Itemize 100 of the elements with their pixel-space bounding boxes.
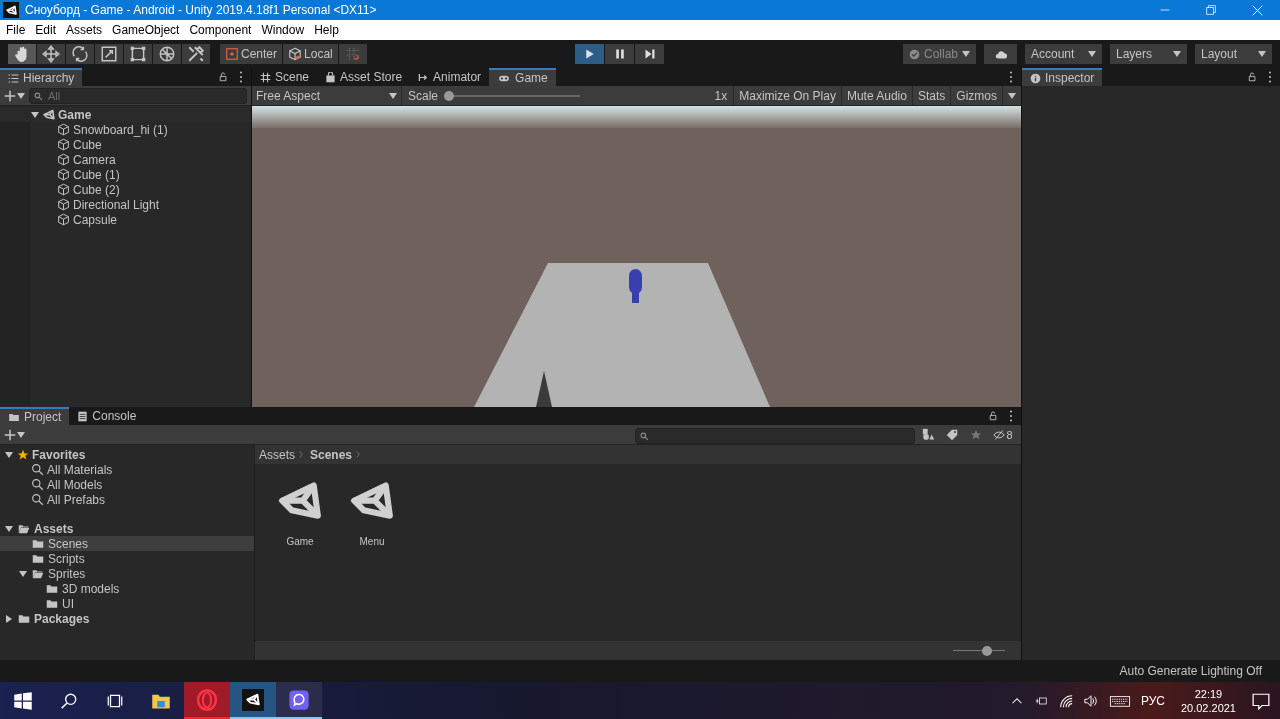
tool-button[interactable] — [153, 44, 181, 64]
aspect-dropdown[interactable]: Free Aspect — [252, 86, 402, 105]
tool-button[interactable] — [124, 44, 152, 64]
scale-icon — [100, 45, 118, 63]
search-icon — [31, 478, 44, 491]
tree-item[interactable]: Camera — [0, 152, 251, 167]
pivot-center-icon — [225, 47, 239, 61]
expand-arrow-icon — [31, 111, 39, 118]
star-icon — [17, 448, 29, 461]
tree-item[interactable]: Directional Light — [0, 197, 251, 212]
toolbar-dropdown[interactable]: Layers — [1110, 44, 1187, 64]
tree-item[interactable]: UI — [0, 596, 254, 611]
snap-button[interactable] — [338, 44, 367, 64]
search-icon — [640, 431, 649, 441]
breadcrumb-item[interactable]: Scenes — [310, 447, 353, 462]
input-language[interactable]: РУС — [1140, 693, 1165, 708]
list-icon — [8, 72, 19, 84]
cloud-button[interactable] — [984, 44, 1017, 64]
rect-tool-icon — [129, 45, 147, 63]
console-icon — [77, 410, 89, 422]
asset-item[interactable]: Game — [269, 480, 331, 625]
expand-arrow-icon — [19, 570, 27, 577]
pause-button[interactable] — [605, 44, 634, 64]
lock-icon — [1248, 71, 1258, 83]
folder-icon — [8, 411, 20, 423]
chevron-icon — [299, 450, 306, 459]
panel-tab[interactable]: Project — [0, 407, 70, 425]
expand-arrow-icon — [6, 614, 12, 623]
tree-item[interactable]: Cube — [0, 137, 251, 152]
animator-icon — [418, 71, 430, 83]
more-options-icon — [1009, 410, 1013, 422]
pivot-button[interactable]: Local — [283, 44, 338, 64]
unity-logo-icon — [246, 692, 260, 707]
tag-icon — [946, 428, 958, 441]
command-entry[interactable]: Assets — [62, 23, 107, 37]
cube-icon — [57, 198, 70, 211]
folder-icon — [17, 612, 31, 625]
unity-scene-icon — [43, 108, 55, 121]
search-icon — [31, 463, 44, 476]
play-button[interactable] — [575, 44, 604, 64]
tree-item[interactable]: All Materials — [0, 462, 254, 477]
slider-thumb[interactable] — [444, 90, 455, 101]
tree-item[interactable]: 3D models — [0, 581, 254, 596]
tree-item[interactable]: Scenes — [0, 536, 254, 551]
tree-item[interactable]: Cube (2) — [0, 182, 251, 197]
command-entry[interactable]: Edit — [31, 23, 61, 37]
windows-logo-icon — [13, 690, 33, 711]
caret-icon — [17, 431, 25, 438]
taskbar-button[interactable] — [276, 682, 322, 719]
tool-button[interactable] — [95, 44, 123, 64]
command-entry[interactable]: Component — [185, 23, 256, 37]
tree-item[interactable]: Capsule — [0, 212, 251, 227]
folder-icon — [31, 537, 45, 550]
command-entry[interactable]: Window — [257, 23, 309, 37]
tool-button[interactable] — [66, 44, 94, 64]
command-entry[interactable]: File — [2, 23, 30, 37]
tree-item[interactable]: All Models — [0, 477, 254, 492]
cube-icon — [57, 123, 70, 136]
view-tab[interactable]: Game — [489, 68, 556, 86]
command-entry[interactable]: GameObject — [108, 23, 184, 37]
clock[interactable]: 22:19 20.02.2021 — [1180, 686, 1236, 715]
tool-button[interactable] — [182, 44, 210, 64]
asset-item[interactable]: Menu — [341, 480, 403, 625]
more-options-icon — [239, 71, 243, 83]
cube-icon — [57, 138, 70, 151]
lock-icon — [989, 410, 999, 422]
local-cube-icon — [288, 47, 303, 61]
check-circle-icon — [908, 48, 920, 60]
breadcrumb-item[interactable]: Assets — [259, 447, 295, 462]
inspector-tab[interactable]: Inspector — [1022, 68, 1103, 86]
create-button[interactable] — [4, 89, 25, 102]
expand-arrow-icon — [5, 525, 13, 532]
tool-button[interactable] — [37, 44, 65, 64]
search-field[interactable]: All — [29, 87, 247, 104]
toolbar-dropdown[interactable]: Layout — [1195, 44, 1272, 64]
command-entry[interactable]: Help — [310, 23, 343, 37]
create-button[interactable] — [4, 428, 25, 441]
tool-button[interactable] — [8, 44, 36, 64]
hierarchy-tab[interactable]: Hierarchy — [0, 68, 83, 86]
pivot-button[interactable]: Center — [220, 44, 283, 64]
open-folder-icon — [31, 567, 45, 580]
search-field[interactable] — [635, 427, 915, 444]
wifi-icon — [1058, 693, 1073, 708]
tree-item[interactable]: Favorites — [0, 447, 254, 462]
folder-icon — [45, 597, 59, 610]
cube-icon — [57, 168, 70, 181]
caret-icon — [1173, 51, 1181, 57]
tree-item[interactable]: Sprites — [0, 566, 254, 581]
tree-item[interactable]: Assets — [0, 521, 254, 536]
tree-item[interactable]: Packages — [0, 611, 254, 626]
search-icon — [34, 91, 43, 101]
taskbar-button[interactable] — [230, 682, 276, 719]
slider-thumb[interactable] — [982, 645, 993, 656]
notification-icon — [1252, 691, 1270, 710]
tree-item[interactable]: All Prefabs — [0, 492, 254, 507]
step-button[interactable] — [635, 44, 664, 64]
tree-item[interactable]: Scripts — [0, 551, 254, 566]
toolbar-dropdown[interactable]: Account — [1025, 44, 1102, 64]
tree-item[interactable]: Snowboard_hi (1) — [0, 122, 251, 137]
tree-item[interactable]: Cube (1) — [0, 167, 251, 182]
